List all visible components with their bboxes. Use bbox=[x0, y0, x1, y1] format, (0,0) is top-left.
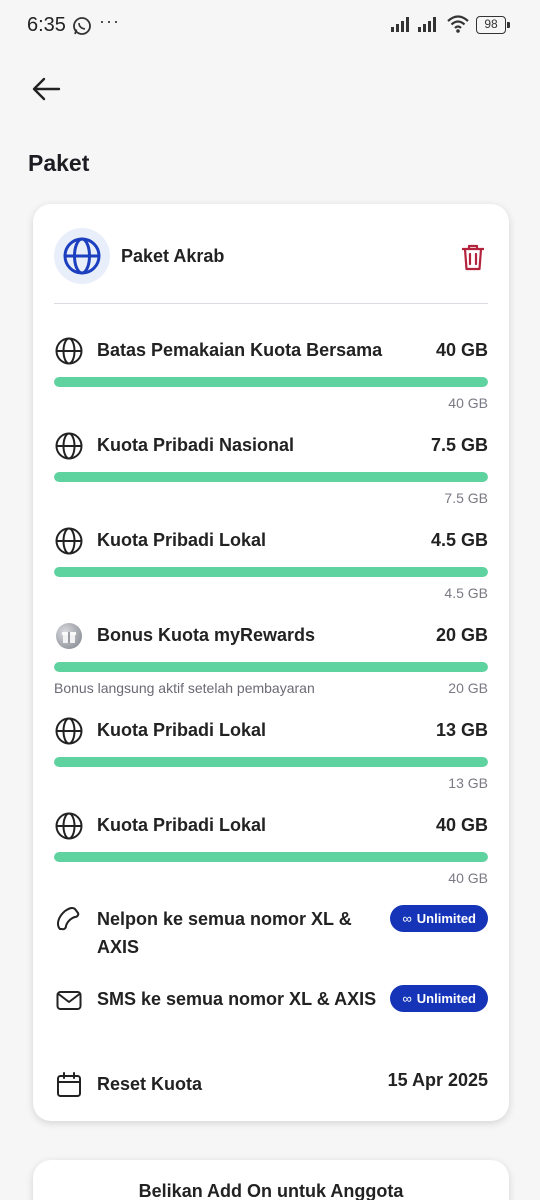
status-bar: 6:35 ··· 98 bbox=[0, 0, 540, 52]
signal-icon-2 bbox=[418, 17, 436, 32]
reset-date: 15 Apr 2025 bbox=[387, 1070, 488, 1090]
quota-progress-fill bbox=[54, 472, 488, 482]
infinity-icon: ∞ bbox=[402, 911, 412, 926]
quota-item: Kuota Pribadi Nasional 7.5 GB 7.5 GB bbox=[54, 431, 488, 511]
page-title: Paket bbox=[28, 150, 90, 176]
globe-icon bbox=[55, 432, 83, 460]
signal-icon bbox=[391, 17, 409, 32]
quota-progress-bar bbox=[54, 377, 488, 387]
quota-note: Bonus langsung aktif setelah pembayaran bbox=[54, 680, 315, 696]
quota-value: 7.5 GB bbox=[430, 435, 488, 455]
status-time: 6:35 bbox=[27, 14, 66, 36]
quota-label: Batas Pemakaian Kuota Bersama bbox=[97, 340, 383, 360]
unlimited-badge: ∞ Unlimited bbox=[390, 905, 488, 932]
unlimited-label: Nelpon ke semua nomor XL & AXIS bbox=[97, 909, 352, 957]
quota-progress-fill bbox=[54, 567, 488, 577]
quota-remaining: 20 GB bbox=[448, 680, 488, 696]
unlimited-item: SMS ke semua nomor XL & AXIS ∞ Unlimited bbox=[54, 985, 488, 1045]
quota-remaining: 4.5 GB bbox=[444, 585, 488, 601]
addon-card[interactable]: Belikan Add On untuk Anggota bbox=[33, 1160, 509, 1200]
quota-progress-bar bbox=[54, 662, 488, 672]
package-name: Paket Akrab bbox=[121, 246, 225, 266]
globe-icon bbox=[55, 337, 83, 365]
quota-progress-bar bbox=[54, 852, 488, 862]
quota-value: 13 GB bbox=[435, 720, 488, 740]
more-notifications-icon: ··· bbox=[99, 11, 120, 31]
envelope-icon bbox=[56, 991, 82, 1010]
quota-item: Kuota Pribadi Lokal 40 GB 40 GB bbox=[54, 811, 488, 891]
quota-value: 40 GB bbox=[435, 815, 488, 835]
quota-progress-fill bbox=[54, 757, 488, 767]
calendar-icon bbox=[57, 1072, 81, 1097]
quota-remaining: 13 GB bbox=[448, 775, 488, 791]
quota-label: Kuota Pribadi Nasional bbox=[97, 435, 295, 455]
quota-progress-fill bbox=[54, 377, 488, 387]
whatsapp-icon bbox=[73, 17, 91, 35]
quota-remaining: 7.5 GB bbox=[444, 490, 488, 506]
globe-icon bbox=[55, 717, 83, 745]
trash-icon[interactable] bbox=[458, 242, 488, 272]
quota-item: Bonus Kuota myRewards 20 GB Bonus langsu… bbox=[54, 621, 488, 701]
package-header: Paket Akrab bbox=[54, 228, 488, 304]
back-arrow-icon[interactable] bbox=[30, 74, 62, 104]
quota-item: Kuota Pribadi Lokal 13 GB 13 GB bbox=[54, 716, 488, 796]
globe-icon bbox=[63, 237, 101, 275]
quota-progress-fill bbox=[54, 662, 488, 672]
quota-progress-fill bbox=[54, 852, 488, 862]
badge-text: Unlimited bbox=[416, 911, 476, 926]
quota-label: Bonus Kuota myRewards bbox=[97, 625, 316, 645]
package-icon bbox=[54, 228, 110, 284]
quota-progress-bar bbox=[54, 757, 488, 767]
addon-title: Belikan Add On untuk Anggota bbox=[138, 1181, 404, 1200]
package-card: Paket Akrab Batas Pemakaian Kuota Bersam… bbox=[33, 204, 509, 1121]
quota-remaining: 40 GB bbox=[448, 870, 488, 886]
quota-progress-bar bbox=[54, 472, 488, 482]
quota-value: 4.5 GB bbox=[430, 530, 488, 550]
phone-icon bbox=[56, 906, 80, 931]
reset-label: Reset Kuota bbox=[97, 1074, 203, 1094]
gift-icon bbox=[54, 621, 84, 651]
quota-item: Kuota Pribadi Lokal 4.5 GB 4.5 GB bbox=[54, 526, 488, 606]
unlimited-item: Nelpon ke semua nomor XL & AXIS ∞ Unlimit… bbox=[54, 905, 488, 965]
reset-item: Reset Kuota 15 Apr 2025 bbox=[54, 1070, 488, 1102]
badge-text: Unlimited bbox=[416, 991, 476, 1006]
quota-label: Kuota Pribadi Lokal bbox=[97, 530, 267, 550]
quota-value: 40 GB bbox=[435, 340, 488, 360]
quota-remaining: 40 GB bbox=[448, 395, 488, 411]
quota-progress-bar bbox=[54, 567, 488, 577]
battery-icon: 98 bbox=[476, 16, 510, 34]
unlimited-label: SMS ke semua nomor XL & AXIS bbox=[97, 989, 377, 1009]
unlimited-badge: ∞ Unlimited bbox=[390, 985, 488, 1012]
globe-icon bbox=[55, 812, 83, 840]
quota-label: Kuota Pribadi Lokal bbox=[97, 720, 267, 740]
globe-icon bbox=[55, 527, 83, 555]
quota-label: Kuota Pribadi Lokal bbox=[97, 815, 267, 835]
quota-item: Batas Pemakaian Kuota Bersama 40 GB 40 G… bbox=[54, 336, 488, 416]
wifi-icon bbox=[447, 15, 469, 33]
quota-value: 20 GB bbox=[435, 625, 488, 645]
infinity-icon: ∞ bbox=[402, 991, 412, 1006]
